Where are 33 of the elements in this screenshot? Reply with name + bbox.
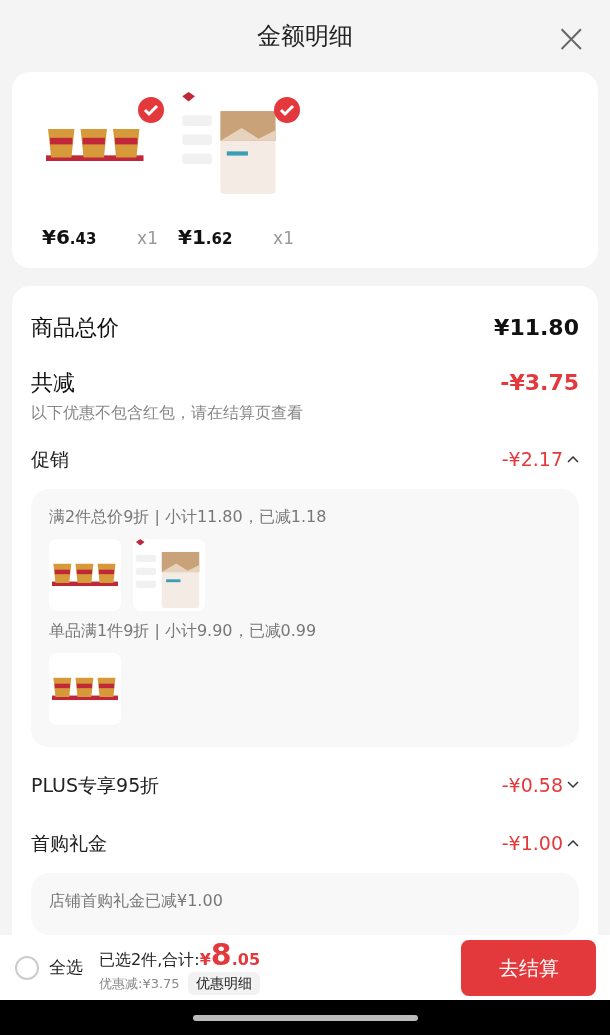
discount-item-value: -¥1.00	[501, 830, 563, 856]
promotion-text: 单品满1件9折 | 小计9.90，已减0.99	[49, 620, 318, 642]
promotion-text: 店铺首购礼金已减¥1.00	[49, 890, 224, 912]
discount-detail-button[interactable]: 优惠明细	[187, 972, 260, 995]
price: ¥6.43	[42, 223, 97, 251]
saved-amount: 优惠减:¥3.75	[99, 974, 180, 993]
check-icon[interactable]	[274, 96, 300, 123]
discount-item-label: PLUS专享95折	[31, 772, 160, 798]
quantity: x1	[137, 226, 158, 250]
promotion-text: 满2件总价9折 | 小计11.80，已减1.18	[49, 506, 328, 528]
discount-item-label: 促销	[31, 446, 69, 472]
chevron-down-icon[interactable]	[567, 781, 579, 789]
discount-item-value: -¥0.58	[501, 772, 563, 798]
selected-summary: 已选2件,合计:	[99, 949, 200, 971]
home-indicator[interactable]	[192, 1014, 418, 1021]
discount-note: 以下优惠不包含红包，请在结算页查看	[31, 402, 304, 424]
price: ¥1.62	[178, 223, 233, 251]
total-label: 商品总价	[31, 313, 119, 342]
total-value: ¥11.80	[494, 313, 579, 342]
close-button[interactable]: ×	[554, 18, 588, 58]
window-title: 金额明细	[257, 20, 353, 52]
radio-button[interactable]	[15, 955, 39, 980]
discount-item-value: -¥2.17	[501, 446, 563, 472]
chevron-up-icon[interactable]	[567, 455, 579, 463]
discount-label: 共减	[31, 368, 75, 397]
select-all-label[interactable]: 全选	[49, 954, 83, 981]
chevron-up-icon[interactable]	[567, 839, 579, 847]
checkout-button[interactable]: 去结算	[461, 939, 596, 996]
discount-item-label: 首购礼金	[31, 830, 107, 856]
check-icon[interactable]	[138, 96, 164, 123]
discount-value: -¥3.75	[500, 368, 579, 397]
quantity: x1	[273, 226, 294, 250]
grand-total: ¥8.05	[199, 940, 260, 972]
